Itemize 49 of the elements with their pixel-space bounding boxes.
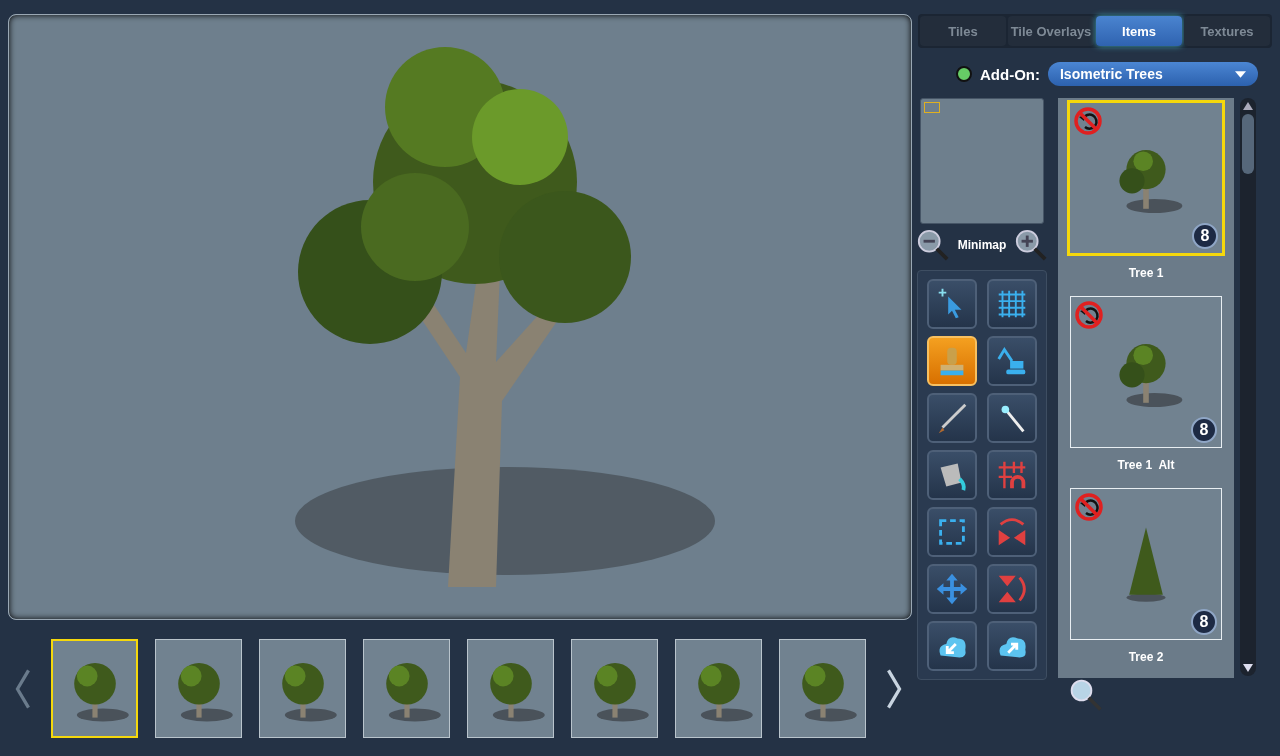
grid-tool-button[interactable] <box>987 279 1037 329</box>
count-badge: 8 <box>1191 609 1217 635</box>
tree-thumbnail[interactable] <box>259 639 346 738</box>
tree-thumbnail[interactable] <box>467 639 554 738</box>
tab[interactable]: Tiles <box>920 16 1006 46</box>
zoom-out-icon[interactable] <box>916 228 950 262</box>
move-tool-button[interactable] <box>927 564 977 614</box>
tab[interactable]: Tile Overlays <box>1008 16 1094 46</box>
grid-magnet-tool-button[interactable] <box>987 450 1037 500</box>
no-rotate-icon <box>1073 106 1103 136</box>
bucket-tool-button[interactable] <box>927 450 977 500</box>
tree-thumbnail[interactable] <box>155 639 242 738</box>
scrollbar-thumb[interactable] <box>1242 114 1254 174</box>
addon-label: Add-On: <box>980 65 1040 83</box>
zoom-in-icon[interactable] <box>1014 228 1048 262</box>
no-rotate-icon <box>1074 300 1104 330</box>
search-icon[interactable] <box>1068 677 1104 713</box>
no-rotate-icon <box>1074 492 1104 522</box>
item-name: Tree 1 Alt <box>1117 458 1175 472</box>
tree-thumbnail[interactable] <box>363 639 450 738</box>
export-tool-button[interactable] <box>987 621 1037 671</box>
viewport-rectangle <box>924 102 940 113</box>
scroll-up-icon[interactable] <box>1243 102 1253 110</box>
marquee-tool-button[interactable] <box>927 507 977 557</box>
item-name: Tree 2 <box>1128 650 1164 664</box>
count-badge: 8 <box>1191 417 1217 443</box>
tree-thumbnail[interactable] <box>675 639 762 738</box>
select-tool-button[interactable] <box>927 279 977 329</box>
import-tool-button[interactable] <box>927 621 977 671</box>
tab[interactable]: Items <box>1096 16 1182 46</box>
item-name: Tree 1 <box>1128 266 1164 280</box>
excavator-tool-button[interactable] <box>987 336 1037 386</box>
item-tile[interactable]: 8 <box>1070 488 1222 640</box>
caret-icon <box>1235 70 1246 78</box>
tree-thumbnail[interactable] <box>779 639 866 738</box>
item-tile[interactable]: 8 <box>1067 100 1225 256</box>
count-badge: 8 <box>1192 223 1218 249</box>
tree-thumbnail[interactable] <box>51 639 138 738</box>
addon-dropdown[interactable]: Isometric Trees <box>1048 62 1258 86</box>
wand-tool-button[interactable] <box>987 393 1037 443</box>
flip-vertical-tool-button[interactable] <box>987 564 1037 614</box>
scrollbar[interactable] <box>1240 98 1256 676</box>
tree-thumbnail[interactable] <box>571 639 658 738</box>
item-tile[interactable]: 8 <box>1070 296 1222 448</box>
flip-horizontal-tool-button[interactable] <box>987 507 1037 557</box>
brush-tool-button[interactable] <box>927 393 977 443</box>
minimap-label: Minimap <box>957 238 1007 252</box>
tab[interactable]: Textures <box>1184 16 1270 46</box>
scroll-down-icon[interactable] <box>1243 664 1253 672</box>
